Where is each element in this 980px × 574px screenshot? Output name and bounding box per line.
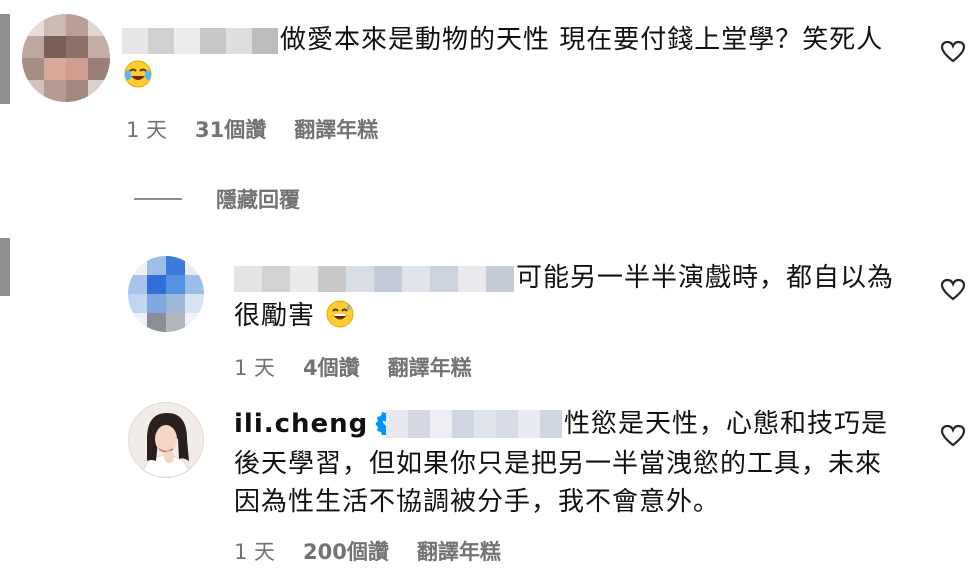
thread-indicator-bar [0,14,10,104]
blurred-avatar-image [128,256,204,332]
comment-meta: 1 天 31個讚 翻譯年糕 [126,114,378,144]
hide-replies-button[interactable]: 隱藏回覆 [134,184,300,214]
comment-text-line3: 因為性生活不協調被分手，我不會意外。 [234,487,721,517]
comment-text: 可能另一半半演戲時，都自以為 [516,263,895,293]
thread-indicator-bar [0,238,10,296]
like-count[interactable]: 4個讚 [303,352,360,382]
blurred-avatar-image [22,14,110,102]
comment-time[interactable]: 1 天 [126,114,167,144]
heart-icon[interactable] [940,424,966,448]
like-count[interactable]: 200個讚 [303,536,389,566]
comment-meta: 1 天 4個讚 翻譯年糕 [234,352,472,382]
like-count[interactable]: 31個讚 [195,114,266,144]
blurred-username[interactable] [122,28,278,54]
comment-text-line2: 後天學習，但如果你只是把另一半當洩慾的工具，未來 [234,449,883,479]
face-with-tears-of-joy-icon [124,60,152,88]
hide-replies-label: 隱藏回覆 [216,188,300,212]
comment-text-line2 [122,58,152,94]
blurred-username[interactable] [234,266,514,292]
divider [134,198,182,200]
comment-time[interactable]: 1 天 [234,352,275,382]
avatar[interactable] [128,402,204,478]
avatar[interactable] [22,14,110,102]
blurred-mention[interactable] [386,410,562,438]
heart-icon[interactable] [940,40,966,64]
comment-text: 做愛本來是動物的天性 現在要付錢上堂學？笑死人 [280,25,884,55]
profile-photo [129,403,203,477]
grinning-face-with-sweat-icon [326,300,354,328]
comment-text-line2: 很勵害 [234,298,354,334]
avatar[interactable] [128,256,204,332]
translate-button[interactable]: 翻譯年糕 [294,114,378,144]
translate-button[interactable]: 翻譯年糕 [388,352,472,382]
username-link[interactable]: ili.cheng [234,409,368,439]
comment-line1: ili.cheng [234,406,408,442]
comment-time[interactable]: 1 天 [234,536,275,566]
comment-text-continuation: 很勵害 [234,301,316,331]
heart-icon[interactable] [940,278,966,302]
comment-text: 性慾是天性，心態和技巧是 [564,409,889,439]
translate-button[interactable]: 翻譯年糕 [417,536,501,566]
comment-meta: 1 天 200個讚 翻譯年糕 [234,536,501,566]
